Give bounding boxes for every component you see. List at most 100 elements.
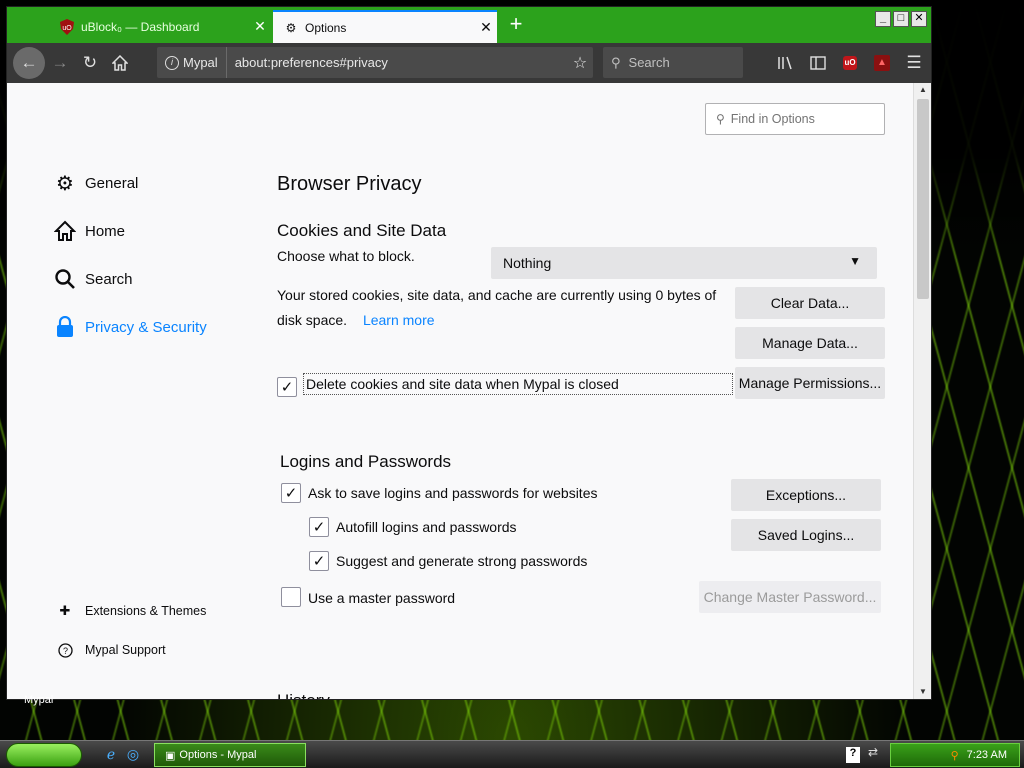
tab-bar: uO uBlock₀ — Dashboard ✕ ⚙ Options ✕ + _… (7, 7, 931, 43)
maximize-button[interactable]: □ (893, 11, 909, 27)
sidebar-item-general[interactable]: ⚙ General (53, 171, 138, 195)
taskbar-button-label: Options - Mypal (179, 749, 257, 761)
clear-data-button[interactable]: Clear Data... (735, 287, 885, 319)
internet-explorer-icon[interactable]: ℯ (102, 746, 120, 764)
storage-usage-line-2: disk space. Learn more (277, 308, 727, 333)
sidebar-item-label: Home (85, 222, 126, 240)
site-identity[interactable]: i Mypal (157, 47, 227, 78)
manage-permissions-button[interactable]: Manage Permissions... (735, 367, 885, 399)
reload-button[interactable]: ↻ (75, 48, 105, 78)
exceptions-button[interactable]: Exceptions... (731, 479, 881, 511)
delete-on-close-label[interactable]: Delete cookies and site data when Mypal … (303, 373, 733, 395)
tray-search-icon[interactable]: ⚲ (951, 749, 959, 762)
storage-usage-line-2-text: disk space. (277, 312, 348, 328)
tab-title: Options (305, 20, 347, 35)
close-window-button[interactable]: ✕ (911, 11, 927, 27)
start-button[interactable] (6, 743, 82, 767)
bookmark-star-icon[interactable]: ☆ (567, 53, 593, 73)
ublock-icon: uO (59, 18, 75, 35)
home-button[interactable] (105, 48, 135, 78)
search-icon: ⚲ (716, 112, 725, 126)
help-icon[interactable]: ? (846, 747, 860, 763)
minimize-button[interactable]: _ (875, 11, 891, 27)
autofill-label[interactable]: Autofill logins and passwords (336, 519, 517, 535)
master-password-checkbox[interactable] (281, 587, 301, 607)
scroll-down-icon[interactable]: ▼ (914, 685, 931, 699)
storage-usage-text: Your stored cookies, site data, and cach… (277, 283, 727, 333)
master-password-label[interactable]: Use a master password (308, 590, 455, 606)
sidebar-item-search[interactable]: Search (53, 267, 133, 291)
manage-data-button[interactable]: Manage Data... (735, 327, 885, 359)
sidebar-item-support[interactable]: ? Mypal Support (57, 642, 166, 658)
system-tray: ⚲ 7:23 AM (890, 743, 1020, 767)
search-icon (53, 267, 77, 291)
home-icon (112, 55, 128, 71)
svg-text:?: ? (62, 646, 67, 656)
new-tab-button[interactable]: + (503, 12, 529, 38)
info-icon: i (165, 55, 179, 70)
ublock-icon[interactable]: uO (839, 52, 861, 74)
network-icon[interactable]: ⇄ (868, 745, 878, 759)
sidebar-item-home[interactable]: Home (53, 219, 125, 243)
close-icon[interactable]: ✕ (249, 18, 271, 35)
browser-window: uO uBlock₀ — Dashboard ✕ ⚙ Options ✕ + _… (6, 6, 932, 700)
taskbar: ℯ ◎ ▣ Options - Mypal ? ⇄ ⚲ 7:23 AM (0, 740, 1024, 768)
sidebar-item-label: General (85, 174, 139, 192)
mypal-icon: ▣ (165, 749, 176, 762)
change-master-password-button: Change Master Password... (699, 581, 881, 613)
find-in-options-input[interactable]: ⚲ Find in Options (705, 103, 885, 135)
tab-ublock-dashboard[interactable]: uO uBlock₀ — Dashboard ✕ (49, 10, 271, 43)
checkmark-icon: ✓ (284, 485, 298, 502)
history-heading: History (277, 691, 330, 699)
url-text[interactable]: about:preferences#privacy (227, 55, 567, 70)
vertical-scrollbar[interactable]: ▲ ▼ (913, 83, 931, 699)
sidebar-item-label: Extensions & Themes (85, 604, 207, 618)
desktop-icon-label[interactable]: Mypal (24, 694, 53, 706)
checkmark-icon: ✓ (312, 519, 326, 536)
hamburger-menu-icon[interactable]: ☰ (903, 52, 925, 74)
suggest-passwords-checkbox[interactable]: ✓ (309, 551, 329, 571)
autofill-checkbox[interactable]: ✓ (309, 517, 329, 537)
ask-to-save-label[interactable]: Ask to save logins and passwords for web… (308, 485, 597, 501)
scroll-thumb[interactable] (917, 99, 929, 299)
search-input[interactable]: ⚲ Search (603, 47, 743, 78)
back-button[interactable]: ← (13, 47, 45, 79)
checkmark-icon: ✓ (280, 379, 294, 396)
suggest-passwords-label[interactable]: Suggest and generate strong passwords (336, 553, 587, 569)
navigation-toolbar: ← → ↻ i Mypal about:preferences#privacy … (7, 43, 931, 83)
url-bar[interactable]: i Mypal about:preferences#privacy ☆ (157, 47, 593, 78)
sidebar-item-extensions-themes[interactable]: ✚ Extensions & Themes (57, 603, 207, 619)
browser-quicklaunch-icon[interactable]: ◎ (124, 746, 142, 764)
gear-icon: ⚙ (56, 172, 74, 195)
tab-title: uBlock₀ — Dashboard (81, 19, 200, 34)
search-placeholder: Search (628, 55, 670, 70)
storage-usage-line-1: Your stored cookies, site data, and cach… (277, 287, 717, 303)
sidebar-item-label: Mypal Support (85, 643, 166, 657)
taskbar-button-mypal[interactable]: ▣ Options - Mypal (154, 743, 306, 767)
library-icon[interactable] (775, 52, 797, 74)
tab-options[interactable]: ⚙ Options ✕ (273, 10, 497, 43)
sidebar-toggle-icon[interactable] (807, 52, 829, 74)
sidebar-item-privacy-security[interactable]: Privacy & Security (53, 315, 207, 339)
close-icon[interactable]: ✕ (475, 19, 497, 36)
window-controls: _ □ ✕ (875, 11, 927, 27)
sidebar-item-label: Search (85, 270, 133, 288)
saved-logins-button[interactable]: Saved Logins... (731, 519, 881, 551)
block-dropdown[interactable]: Nothing ▼ (491, 247, 877, 279)
reload-icon: ↻ (82, 53, 98, 72)
extension-icon[interactable]: ▲ (871, 52, 893, 74)
gear-icon: ⚙ (285, 20, 297, 35)
block-dropdown-value: Nothing (503, 255, 552, 271)
scroll-up-icon[interactable]: ▲ (914, 83, 931, 97)
cookies-heading: Cookies and Site Data (277, 221, 447, 240)
learn-more-link[interactable]: Learn more (363, 312, 435, 328)
puzzle-icon: ✚ (59, 603, 71, 618)
preferences-page: ⚲ Find in Options ⚙ General Home Search … (7, 83, 913, 699)
logins-heading: Logins and Passwords (280, 452, 452, 471)
forward-button[interactable]: → (45, 48, 75, 78)
ask-to-save-checkbox[interactable]: ✓ (281, 483, 301, 503)
svg-text:uO: uO (62, 25, 72, 32)
checkmark-icon: ✓ (312, 553, 326, 570)
delete-on-close-checkbox[interactable]: ✓ (277, 377, 297, 397)
lock-icon (53, 315, 77, 339)
